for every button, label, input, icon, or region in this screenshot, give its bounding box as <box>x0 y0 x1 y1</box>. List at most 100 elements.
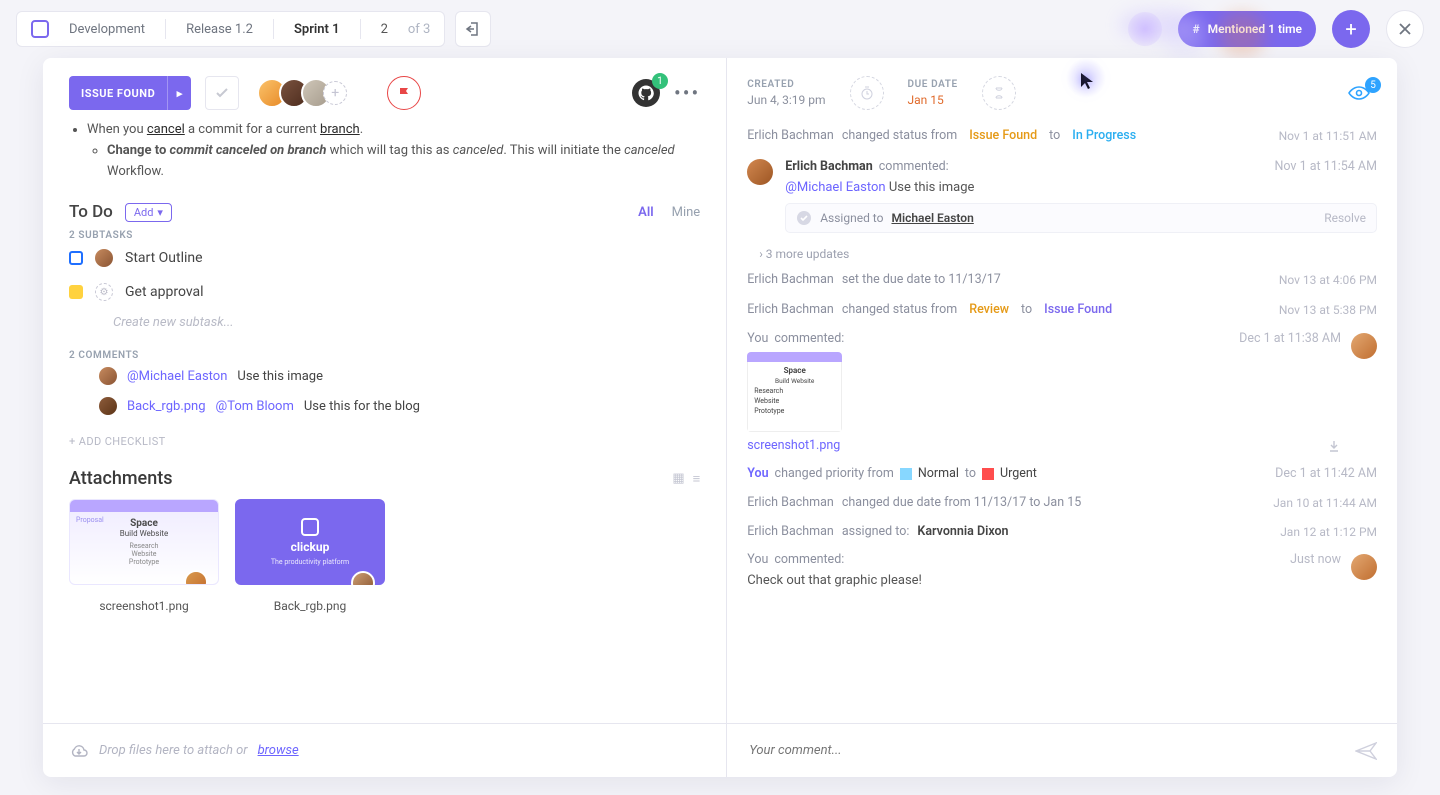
attachment-card[interactable]: Proposal Space Build Website Research We… <box>69 499 219 613</box>
exit-button[interactable] <box>455 11 491 47</box>
status-button[interactable]: ISSUE FOUND ▸ <box>69 76 191 110</box>
avatar <box>184 570 208 585</box>
add-assignee-button[interactable]: + <box>323 81 347 105</box>
subtasks-count: 2 SUBTASKS <box>69 230 700 241</box>
todo-title: To Do <box>69 202 113 222</box>
crumb-release[interactable]: Release 1.2 <box>186 22 253 37</box>
comment-footer <box>727 723 1397 777</box>
github-icon <box>638 85 654 101</box>
more-menu-button[interactable]: ••• <box>674 81 700 105</box>
activity-row: You changed priority from Normal to Urge… <box>747 459 1377 488</box>
unassigned-icon[interactable] <box>95 283 113 301</box>
add-button[interactable]: + <box>1332 10 1370 48</box>
activity-row: Erlich Bachman changed due date from 11/… <box>747 488 1377 517</box>
cloud-icon <box>69 741 89 761</box>
avatar <box>99 397 117 415</box>
due-meta[interactable]: DUE DATE Jan 15 <box>908 79 958 107</box>
drop-footer[interactable]: Drop files here to attach or browse <box>43 723 726 777</box>
file-link[interactable]: screenshot1.png <box>747 438 840 453</box>
link-branch[interactable]: branch <box>320 122 360 137</box>
hash-icon: # <box>1192 22 1199 36</box>
add-checklist-button[interactable]: + ADD CHECKLIST <box>69 435 700 448</box>
mark-done-button[interactable] <box>205 76 239 110</box>
comment-row[interactable]: @Michael Easton Use this image <box>69 361 700 391</box>
text: . <box>360 122 363 137</box>
avatar[interactable] <box>1351 554 1377 580</box>
attachment-thumb: Proposal Space Build Website Research We… <box>69 499 219 585</box>
comments-count: 2 COMMENTS <box>69 350 700 361</box>
browse-link[interactable]: browse <box>258 743 299 758</box>
text: When you <box>87 122 147 137</box>
left-header: ISSUE FOUND ▸ + 1 ••• <box>43 58 726 120</box>
estimate-button[interactable] <box>982 76 1016 110</box>
attachments-header: Attachments ▦ ≡ <box>69 468 700 489</box>
watchers-button[interactable]: 5 <box>1347 85 1371 101</box>
tab-mine[interactable]: Mine <box>672 205 701 220</box>
task-description[interactable]: When you cancel a commit for a current b… <box>43 120 726 188</box>
flag-icon <box>397 86 411 100</box>
assignee-stack[interactable]: + <box>265 78 347 108</box>
left-pane: ISSUE FOUND ▸ + 1 ••• <box>43 58 727 777</box>
file-link[interactable]: Back_rgb.png <box>127 399 206 414</box>
status-next-icon[interactable]: ▸ <box>167 76 191 110</box>
list-view-icon[interactable]: ≡ <box>693 471 701 487</box>
activity-row: Erlich Bachman changed status from Issue… <box>747 120 1377 151</box>
more-updates-toggle[interactable]: › 3 more updates <box>747 241 1377 265</box>
crumb-space[interactable]: Development <box>69 22 145 37</box>
subtask-label: Start Outline <box>125 250 203 266</box>
text: . This will initiate the <box>503 143 624 158</box>
created-meta: CREATED Jun 4, 3:19 pm <box>747 79 825 107</box>
attachment-name: Back_rgb.png <box>235 599 385 613</box>
right-header: CREATED Jun 4, 3:19 pm DUE DATE Jan 15 5 <box>727 58 1397 118</box>
assigned-row[interactable]: Assigned to Michael Easton Resolve <box>785 203 1377 233</box>
attachment-card[interactable]: clickup The productivity platform Back_r… <box>235 499 385 613</box>
text: Use this image <box>237 369 323 384</box>
avatar <box>351 571 375 585</box>
status-square-icon[interactable] <box>69 251 83 265</box>
grid-view-icon[interactable]: ▦ <box>672 471 684 487</box>
flag-icon <box>900 468 912 480</box>
comment-row[interactable]: Back_rgb.png @Tom Bloom Use this for the … <box>69 391 700 421</box>
close-button[interactable] <box>1386 10 1424 48</box>
activity-row: Erlich Bachman changed status from Revie… <box>747 294 1377 325</box>
stopwatch-icon <box>860 86 874 100</box>
flag-icon <box>982 468 994 480</box>
link-cancel[interactable]: cancel <box>147 122 185 137</box>
add-subtask-button[interactable]: Add▾ <box>125 203 172 222</box>
tab-all[interactable]: All <box>638 205 653 220</box>
chevron-down-icon: ▾ <box>157 206 163 219</box>
download-icon[interactable] <box>1327 439 1341 453</box>
logo-icon <box>301 518 319 536</box>
avatar[interactable] <box>747 159 773 185</box>
time-tracked-button[interactable] <box>850 76 884 110</box>
subtask-row[interactable]: Get approval <box>69 275 700 309</box>
mention[interactable]: @Michael Easton <box>127 369 227 384</box>
attachments-title: Attachments <box>69 468 172 489</box>
attachment-thumb: clickup The productivity platform <box>235 499 385 585</box>
mention[interactable]: @Michael Easton <box>785 180 885 195</box>
assigned-name[interactable]: Michael Easton <box>891 211 973 225</box>
activity-feed: Erlich Bachman changed status from Issue… <box>727 118 1397 723</box>
send-button[interactable] <box>1355 742 1377 760</box>
gh-badge: 1 <box>652 73 668 89</box>
avatar[interactable] <box>1351 333 1377 359</box>
hourglass-icon <box>992 86 1006 100</box>
status-square-icon[interactable] <box>69 285 83 299</box>
right-pane: CREATED Jun 4, 3:19 pm DUE DATE Jan 15 5… <box>727 58 1397 777</box>
space-icon <box>31 20 49 38</box>
text: Change to <box>107 143 170 158</box>
comment-input[interactable] <box>747 742 1345 759</box>
close-icon <box>1398 22 1412 36</box>
github-button[interactable]: 1 <box>632 79 660 107</box>
mention[interactable]: @Tom Bloom <box>216 399 294 414</box>
crumb-sprint[interactable]: Sprint 1 <box>294 22 340 37</box>
new-subtask-input[interactable]: Create new subtask... <box>69 309 700 332</box>
resolve-button[interactable]: Resolve <box>1324 211 1366 225</box>
activity-comment: You commented:Just now Check out that gr… <box>747 546 1377 594</box>
text: Use this for the blog <box>304 399 420 414</box>
attachment-grid: Proposal Space Build Website Research We… <box>69 499 700 613</box>
priority-flag-button[interactable] <box>387 76 421 110</box>
avatar[interactable] <box>95 249 113 267</box>
subtask-row[interactable]: Start Outline <box>69 241 700 275</box>
image-attachment[interactable]: Space Build Website Research Website Pro… <box>747 352 842 432</box>
